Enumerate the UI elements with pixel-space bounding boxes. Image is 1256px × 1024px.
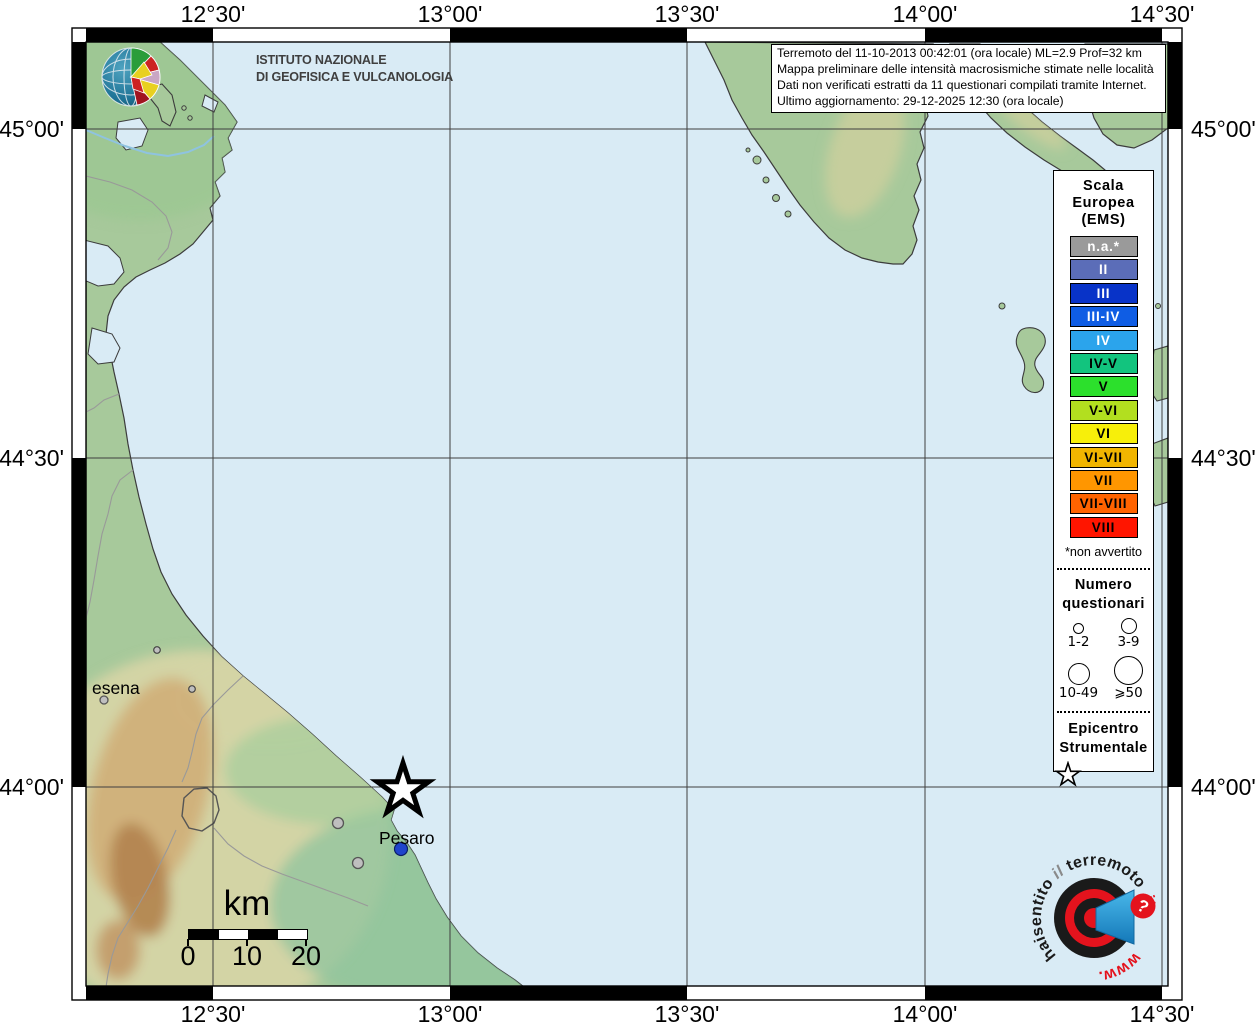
axis-label-lon: 13°00': [417, 1001, 483, 1024]
axis-label-lon: 12°30': [180, 1001, 246, 1024]
legend-title-line: Scala: [1083, 178, 1124, 194]
na-locality-marker: [188, 685, 196, 693]
shakemap-page: 12°30' 13°00' 13°30' 14°00' 14°30' 12°30…: [0, 0, 1256, 1024]
axis-label-lat: 44°30': [1191, 445, 1256, 471]
questionnaire-size-icon: [1114, 655, 1143, 685]
city-label-pesaro: Pesaro: [379, 828, 435, 848]
questionnaire-size-label: 10-49: [1058, 684, 1099, 701]
city-label-cesena: esena: [92, 678, 140, 698]
axis-label-lon: 13°00': [417, 1, 483, 27]
legend-separator: [1057, 567, 1150, 570]
axis-label-lat: 45°00': [1191, 116, 1256, 142]
questionnaire-size-label: 1-2: [1067, 633, 1090, 650]
legend-class-v: V: [1069, 376, 1138, 398]
legend-class-vi-vii: VI-VII: [1069, 446, 1138, 468]
na-locality-marker: [331, 816, 345, 830]
legend-class-vii-viii: VII-VIII: [1069, 493, 1138, 515]
legend-class-iii-iv: III-IV: [1069, 306, 1138, 328]
legend-separator: [1057, 710, 1150, 713]
legend-class-ii: II: [1069, 259, 1138, 281]
questionnaire-size-icon: [1120, 617, 1137, 634]
legend-epicenter-title: Epicentro: [1068, 720, 1139, 737]
legend-star-icon: [1054, 760, 1082, 787]
scalebar-number: 0: [180, 941, 196, 971]
axis-label-lat: 44°00': [1191, 774, 1256, 800]
scalebar-number: 20: [290, 941, 322, 971]
ingv-name-line1: ISTITUTO NAZIONALE: [256, 53, 387, 67]
scalebar-number: 10: [231, 941, 263, 971]
legend-class-vi: VI: [1069, 423, 1138, 445]
legend-class-viii: VIII: [1069, 516, 1138, 538]
event-info-box: Terremoto del 11-10-2013 00:42:01 (ora l…: [771, 44, 1166, 113]
legend-class-iv-v: IV-V: [1069, 352, 1138, 374]
legend-title-line: Europea: [1072, 195, 1135, 211]
scalebar: [188, 929, 308, 940]
legend-title-line: (EMS): [1081, 212, 1126, 228]
event-info-line: Ultimo aggiornamento: 29-12-2025 12:30 (…: [777, 93, 1064, 108]
legend-class-v-vi: V-VI: [1069, 399, 1138, 421]
axis-label-lat: 45°00': [0, 116, 64, 142]
legend-footnote: *non avvertito: [1064, 544, 1142, 559]
ingv-logo-icon: [101, 47, 161, 107]
legend-questionnaires-title: questionari: [1062, 595, 1145, 612]
event-info-line: Mappa preliminare delle intensità macros…: [777, 61, 1154, 76]
scalebar-unit-label: km: [223, 884, 271, 923]
event-info-line: Dati non verificati estratti da 11 quest…: [777, 77, 1147, 92]
questionnaire-size-label: 3-9: [1117, 633, 1140, 650]
legend-class-vii: VII: [1069, 469, 1138, 491]
questionnaire-size-icon: [1067, 662, 1090, 685]
event-info-line: Terremoto del 11-10-2013 00:42:01 (ora l…: [777, 46, 1142, 60]
axis-label-lon: 13°30': [654, 1, 720, 27]
legend-class-iii: III: [1069, 282, 1138, 304]
ingv-name-line2: DI GEOFISICA E VULCANOLOGIA: [256, 70, 454, 84]
haisentito-logo: haisentito il terremoto .it www. ?: [1028, 852, 1159, 985]
axis-label-lon: 14°00': [892, 1001, 958, 1024]
axis-label-lon: 14°00': [892, 1, 958, 27]
legend-panel: Scala Europea (EMS) n.a.* II III III-IV …: [1053, 170, 1154, 787]
na-locality-marker: [153, 646, 161, 654]
legend-epicenter-title: Strumentale: [1059, 739, 1148, 756]
axis-label-lat: 44°00': [0, 774, 64, 800]
questionnaire-size-icon: [1073, 622, 1084, 634]
legend-class-iv: IV: [1069, 329, 1138, 351]
axis-label-lon: 14°30': [1129, 1, 1195, 27]
watermark-text-il: il: [1049, 863, 1068, 883]
questionnaire-size-label: ⩾50: [1114, 684, 1143, 701]
axis-label-lon: 12°30': [180, 1, 246, 27]
legend-class-na: n.a.*: [1069, 236, 1138, 257]
map-interior: [86, 42, 1168, 986]
na-locality-marker: [351, 856, 365, 870]
axis-label-lon: 13°30': [654, 1001, 720, 1024]
legend-questionnaires-title: Numero: [1074, 576, 1133, 593]
axis-label-lon: 14°30': [1129, 1001, 1195, 1024]
axis-label-lat: 44°30': [0, 445, 64, 471]
